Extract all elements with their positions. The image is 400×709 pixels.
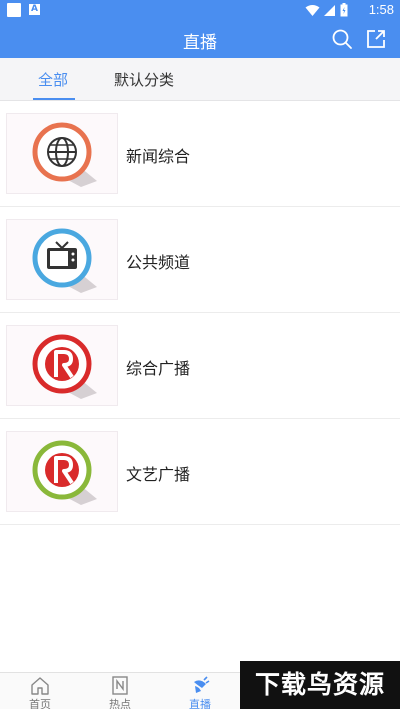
active-tab-indicator — [33, 98, 75, 100]
nav-item-live[interactable]: 直播 — [170, 673, 230, 709]
channel-title: 公共频道 — [126, 253, 191, 272]
list-item-arts-radio[interactable]: 文艺广播 — [0, 419, 400, 525]
channel-thumbnail — [6, 113, 118, 194]
nav-label: 直播 — [189, 698, 211, 709]
tv-icon — [32, 228, 97, 293]
tab-default-category[interactable]: 默认分类 — [114, 69, 174, 90]
status-time: 1:58 — [368, 2, 394, 17]
nav-item-home[interactable]: 首页 — [10, 673, 70, 709]
a-notification-icon: A — [29, 4, 40, 15]
list-item-public[interactable]: 公共频道 — [0, 207, 400, 313]
status-bar: A 1:58 — [0, 0, 400, 20]
nav-label: 热点 — [109, 698, 131, 709]
list-item-radio[interactable]: 综合广播 — [0, 313, 400, 419]
share-icon[interactable] — [365, 28, 387, 50]
tab-all[interactable]: 全部 — [38, 69, 68, 90]
system-icons — [305, 3, 348, 17]
nav-item-hot[interactable]: 热点 — [90, 673, 150, 709]
channel-thumbnail — [6, 219, 118, 300]
header-bar: 直播 — [0, 20, 400, 58]
globe-icon — [32, 122, 97, 187]
battery-icon — [340, 3, 348, 17]
channel-title: 文艺广播 — [126, 465, 191, 484]
news-icon — [112, 676, 128, 695]
radio-r-icon — [32, 334, 97, 399]
live-icon — [194, 676, 210, 693]
signal-icon — [324, 4, 335, 16]
nav-label: 首页 — [29, 698, 51, 709]
radio-r-icon — [32, 440, 97, 505]
watermark-logo: 下载鸟资源 — [240, 661, 400, 709]
list-item-news[interactable]: 新闻综合 — [0, 101, 400, 207]
channel-thumbnail — [6, 431, 118, 512]
channel-title: 综合广播 — [126, 359, 191, 378]
channel-title: 新闻综合 — [126, 147, 191, 166]
search-icon[interactable] — [331, 28, 353, 50]
channel-thumbnail — [6, 325, 118, 406]
category-tabs: 全部 默认分类 — [0, 58, 400, 101]
wifi-icon — [305, 4, 320, 16]
app-square-icon — [7, 3, 21, 17]
home-icon — [31, 677, 49, 695]
